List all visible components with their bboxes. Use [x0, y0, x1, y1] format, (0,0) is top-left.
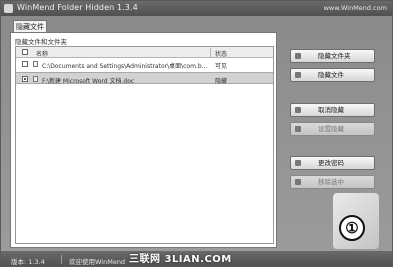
file-icon — [33, 76, 38, 82]
item-path: C:\Documents and Settings\Administrator\… — [42, 63, 208, 70]
item-status: 可见 — [215, 63, 228, 70]
title-bar[interactable]: WinMend Folder Hidden 1.3.4 www.WinMend.… — [1, 1, 392, 16]
unhide-icon — [295, 107, 301, 113]
hidden-items-list[interactable]: 名称 状态 C:\Documents and Settings\Administ… — [15, 46, 274, 244]
row-checkbox[interactable] — [22, 61, 28, 67]
list-header: 名称 状态 — [16, 47, 273, 58]
status-divider — [61, 255, 62, 264]
unhide-button[interactable]: 取消隐藏 — [290, 103, 375, 117]
website-link[interactable]: www.WinMend.com — [324, 4, 387, 12]
window-title: WinMend Folder Hidden 1.3.4 — [17, 3, 138, 12]
item-status: 隐藏 — [215, 78, 228, 85]
file-icon — [33, 61, 38, 67]
hide-file-button[interactable]: 隐藏文件 — [290, 68, 375, 82]
step-number-badge: ① — [339, 215, 365, 241]
select-all-checkbox[interactable] — [22, 49, 28, 55]
column-header-status[interactable]: 状态 — [215, 49, 227, 58]
column-divider[interactable] — [210, 48, 211, 57]
row-checkbox[interactable] — [22, 76, 28, 82]
list-item[interactable]: F:\新建 Microsoft Word 文档.doc 隐藏 — [16, 72, 273, 85]
folder-icon — [295, 53, 301, 59]
hide-folder-button[interactable]: 隐藏文件夹 — [290, 49, 375, 63]
app-logo-icon — [4, 4, 13, 13]
main-panel: 隐藏文件和文件夹 名称 状态 C:\Documents and Settings… — [10, 32, 277, 248]
item-path: F:\新建 Microsoft Word 文档.doc — [42, 78, 135, 85]
welcome-text: 欢迎使用WinMend — [69, 258, 126, 266]
hide-icon — [295, 126, 301, 132]
key-icon — [295, 160, 301, 166]
change-password-button[interactable]: 更改密码 — [290, 156, 375, 170]
site-watermark: 三联网 3LIAN.COM — [129, 254, 232, 265]
version-label: 版本: 1.3.4 — [11, 258, 45, 266]
remove-icon — [295, 179, 301, 185]
list-item[interactable]: C:\Documents and Settings\Administrator\… — [16, 58, 273, 70]
file-icon — [295, 72, 301, 78]
column-header-name[interactable]: 名称 — [36, 49, 48, 58]
app-window: WinMend Folder Hidden 1.3.4 www.WinMend.… — [0, 0, 393, 267]
section-label: 隐藏文件和文件夹 — [15, 38, 67, 46]
remove-selected-button[interactable]: 移除选中 — [290, 175, 375, 189]
set-hidden-button[interactable]: 设置隐藏 — [290, 122, 375, 136]
